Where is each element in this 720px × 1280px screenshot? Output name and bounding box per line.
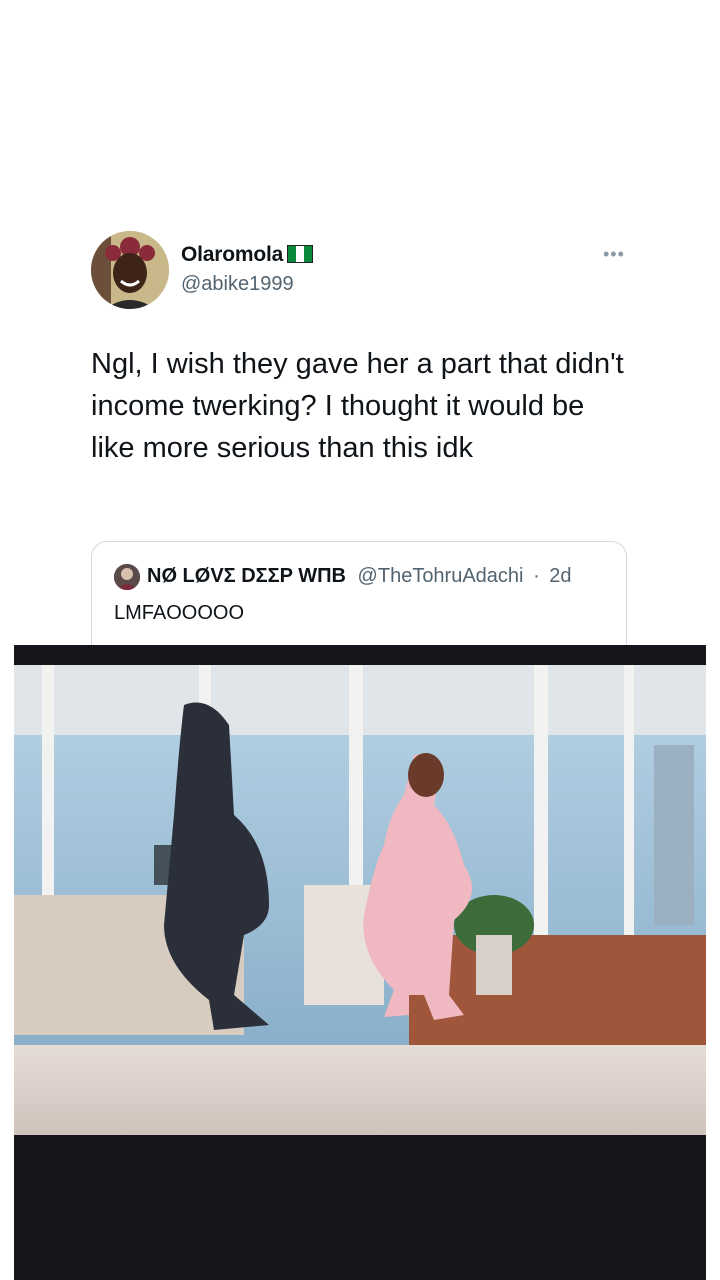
tweet-card[interactable]: Olaromola @abike1999 ••• Ngl, I wish the… [0, 0, 720, 661]
user-handle[interactable]: @abike1999 [181, 273, 294, 296]
tweet-text: Ngl, I wish they gave her a part that di… [91, 348, 624, 464]
quoted-tweet[interactable]: NØ LØVΣ DΣΣP WΠB @TheTohruAdachi · 2d LM… [91, 541, 627, 661]
user-avatar[interactable] [91, 231, 169, 309]
display-name-text: Olaromola [181, 243, 284, 266]
quoted-timestamp: 2d [549, 565, 572, 587]
video-player[interactable] [14, 645, 706, 1280]
more-horizontal-icon[interactable]: ••• [603, 244, 629, 264]
quoted-handle: @TheTohruAdachi [357, 565, 524, 587]
quoted-user-avatar [114, 564, 140, 590]
quoted-separator: · [533, 565, 540, 587]
nigeria-flag-icon [287, 245, 314, 263]
quoted-display-name: NØ LØVΣ DΣΣP WΠB [147, 565, 346, 587]
display-name[interactable]: Olaromola [181, 243, 314, 267]
quoted-tweet-header: NØ LØVΣ DΣΣP WΠB @TheTohruAdachi · 2d [147, 565, 572, 588]
video-frame [14, 665, 706, 1135]
quoted-tweet-text: LMFAOOOOO [114, 602, 245, 624]
